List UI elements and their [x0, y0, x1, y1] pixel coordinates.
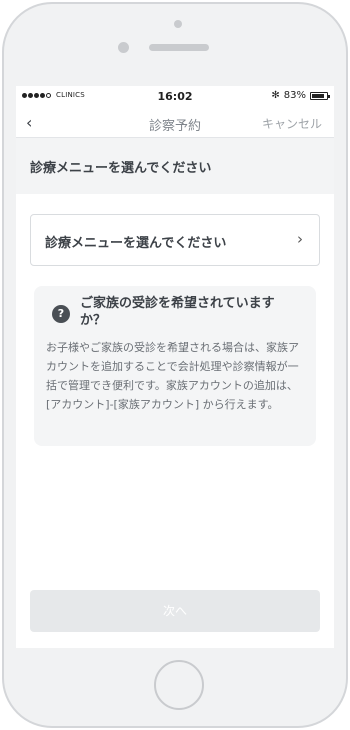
next-button[interactable]: 次へ	[30, 590, 320, 632]
chevron-right-icon: ›	[297, 230, 303, 248]
menu-select-button[interactable]: 診療メニューを選んでください ›	[30, 214, 320, 266]
section-header: 診療メニューを選んでください	[16, 138, 334, 194]
battery-icon	[310, 91, 330, 100]
front-sensor	[174, 20, 182, 28]
earpiece-speaker	[149, 44, 209, 51]
info-body: お子様やご家族の受診を希望される場合は、家族アカウントを追加することで会計処理や…	[46, 341, 299, 411]
battery-area: ✻ 83%	[271, 90, 330, 101]
navigation-bar: ‹ 診察予約 キャンセル	[16, 108, 334, 138]
menu-select-label: 診療メニューを選んでください	[45, 236, 227, 251]
front-camera	[118, 42, 129, 53]
battery-percent: 83%	[283, 90, 306, 101]
cancel-button[interactable]: キャンセル	[262, 115, 322, 132]
info-title: ご家族の受診を希望されていますか？	[80, 296, 275, 328]
bluetooth-icon: ✻	[271, 90, 280, 101]
status-bar: CLINICS 16:02 ✻ 83%	[16, 86, 334, 108]
home-button[interactable]	[154, 660, 204, 710]
question-icon: ?	[52, 305, 70, 323]
family-account-info-card: ? ご家族の受診を希望されていますか？ お子様やご家族の受診を希望される場合は、…	[34, 286, 316, 446]
app-screen: CLINICS 16:02 ✻ 83% ‹ 診察予約 キャンセル 診療メニューを…	[16, 86, 334, 648]
